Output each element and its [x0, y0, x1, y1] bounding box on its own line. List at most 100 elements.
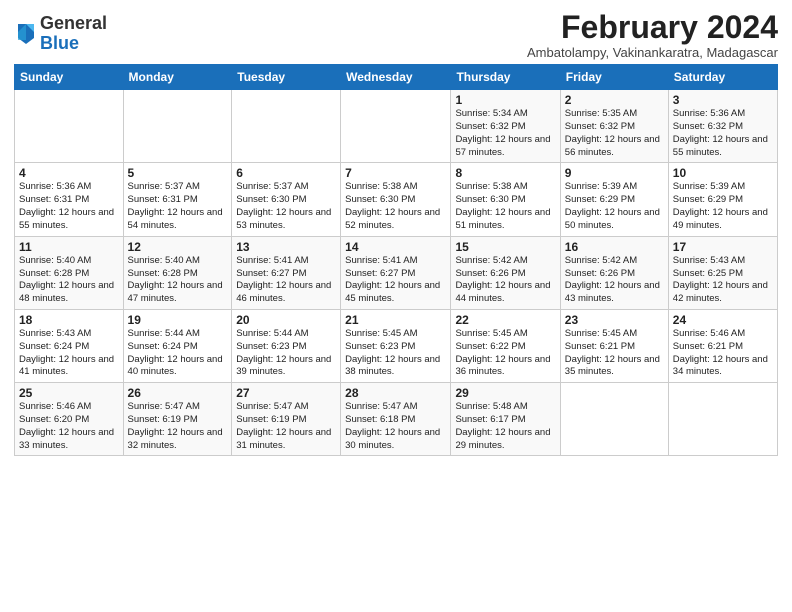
day-number: 19 — [128, 313, 228, 327]
table-row: 8Sunrise: 5:38 AMSunset: 6:30 PMDaylight… — [451, 163, 560, 236]
table-row — [341, 90, 451, 163]
table-row: 9Sunrise: 5:39 AMSunset: 6:29 PMDaylight… — [560, 163, 668, 236]
day-info: Sunrise: 5:36 AMSunset: 6:31 PMDaylight:… — [19, 181, 119, 232]
day-number: 29 — [455, 386, 555, 400]
col-saturday: Saturday — [668, 65, 777, 90]
day-info: Sunrise: 5:44 AMSunset: 6:23 PMDaylight:… — [236, 328, 336, 379]
day-info: Sunrise: 5:45 AMSunset: 6:21 PMDaylight:… — [565, 328, 664, 379]
table-row: 25Sunrise: 5:46 AMSunset: 6:20 PMDayligh… — [15, 383, 124, 456]
table-row: 15Sunrise: 5:42 AMSunset: 6:26 PMDayligh… — [451, 236, 560, 309]
calendar-table: Sunday Monday Tuesday Wednesday Thursday… — [14, 64, 778, 456]
table-row: 17Sunrise: 5:43 AMSunset: 6:25 PMDayligh… — [668, 236, 777, 309]
day-info: Sunrise: 5:39 AMSunset: 6:29 PMDaylight:… — [673, 181, 773, 232]
day-info: Sunrise: 5:37 AMSunset: 6:30 PMDaylight:… — [236, 181, 336, 232]
table-row: 19Sunrise: 5:44 AMSunset: 6:24 PMDayligh… — [123, 309, 232, 382]
table-row: 18Sunrise: 5:43 AMSunset: 6:24 PMDayligh… — [15, 309, 124, 382]
day-number: 10 — [673, 166, 773, 180]
day-info: Sunrise: 5:37 AMSunset: 6:31 PMDaylight:… — [128, 181, 228, 232]
day-number: 7 — [345, 166, 446, 180]
day-number: 28 — [345, 386, 446, 400]
day-info: Sunrise: 5:36 AMSunset: 6:32 PMDaylight:… — [673, 108, 773, 159]
day-number: 15 — [455, 240, 555, 254]
day-info: Sunrise: 5:41 AMSunset: 6:27 PMDaylight:… — [345, 255, 446, 306]
day-info: Sunrise: 5:39 AMSunset: 6:29 PMDaylight:… — [565, 181, 664, 232]
day-number: 18 — [19, 313, 119, 327]
location-subtitle: Ambatolampy, Vakinankaratra, Madagascar — [527, 45, 778, 60]
table-row: 6Sunrise: 5:37 AMSunset: 6:30 PMDaylight… — [232, 163, 341, 236]
calendar-week-row: 18Sunrise: 5:43 AMSunset: 6:24 PMDayligh… — [15, 309, 778, 382]
table-row — [232, 90, 341, 163]
col-thursday: Thursday — [451, 65, 560, 90]
table-row — [668, 383, 777, 456]
day-number: 1 — [455, 93, 555, 107]
col-monday: Monday — [123, 65, 232, 90]
day-number: 4 — [19, 166, 119, 180]
table-row: 22Sunrise: 5:45 AMSunset: 6:22 PMDayligh… — [451, 309, 560, 382]
table-row: 7Sunrise: 5:38 AMSunset: 6:30 PMDaylight… — [341, 163, 451, 236]
col-wednesday: Wednesday — [341, 65, 451, 90]
day-info: Sunrise: 5:46 AMSunset: 6:21 PMDaylight:… — [673, 328, 773, 379]
calendar-week-row: 25Sunrise: 5:46 AMSunset: 6:20 PMDayligh… — [15, 383, 778, 456]
day-info: Sunrise: 5:47 AMSunset: 6:19 PMDaylight:… — [236, 401, 336, 452]
day-number: 21 — [345, 313, 446, 327]
table-row: 4Sunrise: 5:36 AMSunset: 6:31 PMDaylight… — [15, 163, 124, 236]
table-row: 16Sunrise: 5:42 AMSunset: 6:26 PMDayligh… — [560, 236, 668, 309]
day-info: Sunrise: 5:41 AMSunset: 6:27 PMDaylight:… — [236, 255, 336, 306]
day-number: 23 — [565, 313, 664, 327]
day-number: 2 — [565, 93, 664, 107]
day-info: Sunrise: 5:42 AMSunset: 6:26 PMDaylight:… — [565, 255, 664, 306]
day-info: Sunrise: 5:40 AMSunset: 6:28 PMDaylight:… — [19, 255, 119, 306]
table-row: 29Sunrise: 5:48 AMSunset: 6:17 PMDayligh… — [451, 383, 560, 456]
day-info: Sunrise: 5:46 AMSunset: 6:20 PMDaylight:… — [19, 401, 119, 452]
day-info: Sunrise: 5:38 AMSunset: 6:30 PMDaylight:… — [345, 181, 446, 232]
day-info: Sunrise: 5:34 AMSunset: 6:32 PMDaylight:… — [455, 108, 555, 159]
logo-icon — [14, 20, 38, 48]
day-number: 14 — [345, 240, 446, 254]
logo-general-text: General — [40, 13, 107, 33]
col-sunday: Sunday — [15, 65, 124, 90]
table-row: 2Sunrise: 5:35 AMSunset: 6:32 PMDaylight… — [560, 90, 668, 163]
day-info: Sunrise: 5:43 AMSunset: 6:24 PMDaylight:… — [19, 328, 119, 379]
day-number: 17 — [673, 240, 773, 254]
table-row: 27Sunrise: 5:47 AMSunset: 6:19 PMDayligh… — [232, 383, 341, 456]
day-info: Sunrise: 5:42 AMSunset: 6:26 PMDaylight:… — [455, 255, 555, 306]
table-row — [560, 383, 668, 456]
calendar-week-row: 11Sunrise: 5:40 AMSunset: 6:28 PMDayligh… — [15, 236, 778, 309]
table-row: 12Sunrise: 5:40 AMSunset: 6:28 PMDayligh… — [123, 236, 232, 309]
table-row: 10Sunrise: 5:39 AMSunset: 6:29 PMDayligh… — [668, 163, 777, 236]
day-number: 8 — [455, 166, 555, 180]
day-number: 20 — [236, 313, 336, 327]
month-year-title: February 2024 — [527, 10, 778, 45]
day-number: 3 — [673, 93, 773, 107]
day-number: 24 — [673, 313, 773, 327]
logo-blue-text: Blue — [40, 33, 79, 53]
day-info: Sunrise: 5:40 AMSunset: 6:28 PMDaylight:… — [128, 255, 228, 306]
col-friday: Friday — [560, 65, 668, 90]
calendar-week-row: 1Sunrise: 5:34 AMSunset: 6:32 PMDaylight… — [15, 90, 778, 163]
table-row: 5Sunrise: 5:37 AMSunset: 6:31 PMDaylight… — [123, 163, 232, 236]
table-row: 11Sunrise: 5:40 AMSunset: 6:28 PMDayligh… — [15, 236, 124, 309]
calendar-week-row: 4Sunrise: 5:36 AMSunset: 6:31 PMDaylight… — [15, 163, 778, 236]
table-row: 1Sunrise: 5:34 AMSunset: 6:32 PMDaylight… — [451, 90, 560, 163]
day-info: Sunrise: 5:38 AMSunset: 6:30 PMDaylight:… — [455, 181, 555, 232]
table-row: 14Sunrise: 5:41 AMSunset: 6:27 PMDayligh… — [341, 236, 451, 309]
col-tuesday: Tuesday — [232, 65, 341, 90]
calendar-header-row: Sunday Monday Tuesday Wednesday Thursday… — [15, 65, 778, 90]
day-number: 27 — [236, 386, 336, 400]
table-row: 20Sunrise: 5:44 AMSunset: 6:23 PMDayligh… — [232, 309, 341, 382]
logo: General Blue — [14, 14, 107, 54]
day-info: Sunrise: 5:45 AMSunset: 6:22 PMDaylight:… — [455, 328, 555, 379]
day-info: Sunrise: 5:47 AMSunset: 6:18 PMDaylight:… — [345, 401, 446, 452]
day-number: 11 — [19, 240, 119, 254]
day-info: Sunrise: 5:48 AMSunset: 6:17 PMDaylight:… — [455, 401, 555, 452]
day-number: 22 — [455, 313, 555, 327]
table-row: 24Sunrise: 5:46 AMSunset: 6:21 PMDayligh… — [668, 309, 777, 382]
day-info: Sunrise: 5:35 AMSunset: 6:32 PMDaylight:… — [565, 108, 664, 159]
table-row — [123, 90, 232, 163]
table-row: 21Sunrise: 5:45 AMSunset: 6:23 PMDayligh… — [341, 309, 451, 382]
day-info: Sunrise: 5:47 AMSunset: 6:19 PMDaylight:… — [128, 401, 228, 452]
header: General Blue February 2024 Ambatolampy, … — [14, 10, 778, 60]
day-number: 6 — [236, 166, 336, 180]
day-number: 16 — [565, 240, 664, 254]
day-number: 12 — [128, 240, 228, 254]
